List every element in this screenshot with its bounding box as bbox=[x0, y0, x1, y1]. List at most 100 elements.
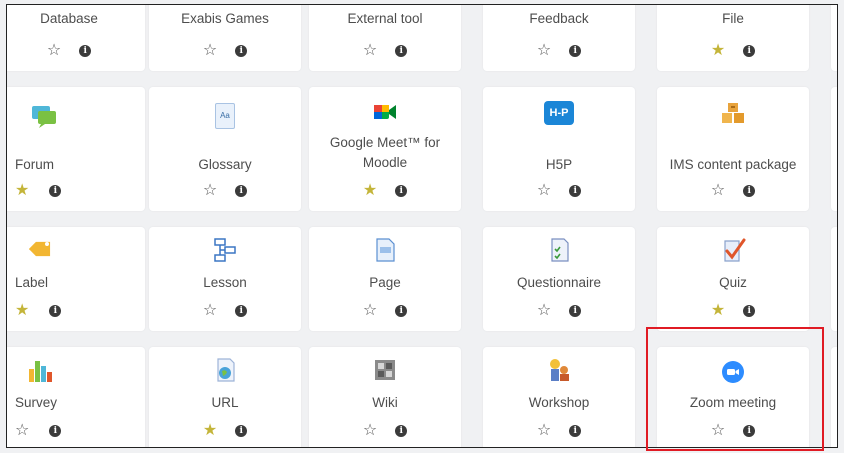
info-icon[interactable]: i bbox=[395, 305, 408, 317]
activity-name: Workshop bbox=[528, 395, 590, 410]
activity-card-forum[interactable]: Forum ★ i bbox=[7, 87, 145, 211]
star-icon[interactable]: ☆ bbox=[47, 43, 61, 59]
glossary-icon-text: Aa bbox=[220, 111, 230, 120]
activity-name: Quiz bbox=[719, 275, 747, 290]
activity-card-zoom-meeting[interactable]: Zoom meeting ☆ i bbox=[657, 347, 809, 447]
activity-card-wiki[interactable]: Wiki ☆ i bbox=[309, 347, 461, 447]
activity-name: Page bbox=[369, 275, 401, 290]
info-icon[interactable]: i bbox=[235, 425, 248, 437]
info-icon[interactable]: i bbox=[49, 305, 62, 317]
star-icon[interactable]: ★ bbox=[15, 303, 29, 319]
info-icon[interactable]: i bbox=[569, 305, 582, 317]
activity-card-external-tool[interactable]: External tool ☆ i bbox=[309, 5, 461, 71]
star-icon[interactable]: ★ bbox=[711, 43, 725, 59]
activity-name: Glossary bbox=[198, 157, 252, 172]
activity-card-exabis-games[interactable]: Exabis Games ☆ i bbox=[149, 5, 301, 71]
info-icon[interactable]: i bbox=[49, 185, 62, 197]
activity-name: Survey bbox=[15, 395, 58, 410]
page-icon bbox=[376, 238, 395, 262]
questionnaire-icon bbox=[551, 238, 569, 262]
activity-card-survey[interactable]: Survey ☆ i bbox=[7, 347, 145, 447]
info-icon[interactable]: i bbox=[569, 425, 582, 437]
activity-card-partial bbox=[831, 5, 837, 71]
activity-card-google-meet[interactable]: Google Meet™ for Moodle ★ i bbox=[309, 87, 461, 211]
activity-card-ims-content-package[interactable]: IMS content package ☆ i bbox=[657, 87, 809, 211]
star-icon[interactable]: ☆ bbox=[537, 303, 551, 319]
info-icon[interactable]: i bbox=[395, 45, 408, 57]
star-icon[interactable]: ☆ bbox=[203, 303, 217, 319]
survey-icon bbox=[29, 361, 52, 382]
star-icon[interactable]: ★ bbox=[203, 423, 217, 439]
activity-name: H5P bbox=[545, 157, 573, 172]
activity-name: Wiki bbox=[372, 395, 398, 410]
info-icon[interactable]: i bbox=[235, 185, 248, 197]
activity-name: Forum bbox=[15, 157, 55, 172]
activity-card-glossary[interactable]: Aa Glossary ☆ i bbox=[149, 87, 301, 211]
activity-card-h5p[interactable]: H-P H5P ☆ i bbox=[483, 87, 635, 211]
info-icon[interactable]: i bbox=[49, 425, 62, 437]
star-icon[interactable]: ☆ bbox=[711, 183, 725, 199]
star-icon[interactable]: ☆ bbox=[203, 183, 217, 199]
activity-card-partial bbox=[831, 227, 837, 331]
google-meet-icon bbox=[374, 105, 396, 119]
label-icon bbox=[29, 241, 51, 257]
activity-name: Questionnaire bbox=[516, 275, 602, 290]
star-icon[interactable]: ☆ bbox=[537, 423, 551, 439]
star-icon[interactable]: ★ bbox=[15, 183, 29, 199]
star-icon[interactable]: ☆ bbox=[711, 423, 725, 439]
ims-package-icon bbox=[722, 103, 744, 123]
star-icon[interactable]: ☆ bbox=[537, 183, 551, 199]
url-icon bbox=[217, 358, 235, 382]
activity-card-feedback[interactable]: Feedback ☆ i bbox=[483, 5, 635, 71]
activity-name: Feedback bbox=[529, 11, 589, 26]
activity-chooser-grid: Database ☆ i Exabis Games ☆ i External t… bbox=[6, 4, 838, 448]
activity-name: URL bbox=[211, 395, 239, 410]
activity-card-file[interactable]: File ★ i bbox=[657, 5, 809, 71]
activity-name: Label bbox=[15, 275, 49, 290]
activity-name: Lesson bbox=[203, 275, 247, 290]
lesson-icon bbox=[214, 238, 236, 262]
info-icon[interactable]: i bbox=[79, 45, 92, 57]
activity-name: IMS content package bbox=[669, 157, 797, 172]
workshop-icon bbox=[550, 359, 569, 381]
info-icon[interactable]: i bbox=[395, 425, 408, 437]
activity-card-url[interactable]: URL ★ i bbox=[149, 347, 301, 447]
info-icon[interactable]: i bbox=[395, 185, 408, 197]
info-icon[interactable]: i bbox=[569, 45, 582, 57]
activity-card-partial bbox=[831, 87, 837, 211]
h5p-icon-text: H-P bbox=[549, 107, 569, 119]
star-icon[interactable]: ☆ bbox=[363, 423, 377, 439]
info-icon[interactable]: i bbox=[235, 305, 248, 317]
info-icon[interactable]: i bbox=[743, 425, 756, 437]
activity-card-label[interactable]: Label ★ i bbox=[7, 227, 145, 331]
star-icon[interactable]: ★ bbox=[711, 303, 725, 319]
activity-name: Exabis Games bbox=[181, 11, 269, 26]
activity-card-workshop[interactable]: Workshop ☆ i bbox=[483, 347, 635, 447]
glossary-icon: Aa bbox=[215, 103, 235, 129]
zoom-icon bbox=[722, 361, 744, 383]
star-icon[interactable]: ☆ bbox=[537, 43, 551, 59]
activity-card-partial bbox=[831, 347, 837, 447]
info-icon[interactable]: i bbox=[235, 45, 248, 57]
info-icon[interactable]: i bbox=[743, 185, 756, 197]
activity-name: File bbox=[722, 11, 744, 26]
info-icon[interactable]: i bbox=[569, 185, 582, 197]
activity-name: Zoom meeting bbox=[689, 395, 777, 410]
star-icon[interactable]: ☆ bbox=[203, 43, 217, 59]
star-icon[interactable]: ☆ bbox=[15, 423, 29, 439]
wiki-icon bbox=[375, 360, 395, 380]
star-icon[interactable]: ☆ bbox=[363, 303, 377, 319]
forum-icon bbox=[32, 106, 56, 128]
quiz-icon bbox=[724, 238, 746, 262]
activity-card-page[interactable]: Page ☆ i bbox=[309, 227, 461, 331]
activity-card-lesson[interactable]: Lesson ☆ i bbox=[149, 227, 301, 331]
activity-card-quiz[interactable]: Quiz ★ i bbox=[657, 227, 809, 331]
activity-name: External tool bbox=[347, 11, 423, 26]
activity-card-questionnaire[interactable]: Questionnaire ☆ i bbox=[483, 227, 635, 331]
info-icon[interactable]: i bbox=[743, 45, 756, 57]
star-icon[interactable]: ☆ bbox=[363, 43, 377, 59]
info-icon[interactable]: i bbox=[743, 305, 756, 317]
activity-card-database[interactable]: Database ☆ i bbox=[7, 5, 145, 71]
activity-name: Database bbox=[40, 11, 98, 26]
star-icon[interactable]: ★ bbox=[363, 183, 377, 199]
